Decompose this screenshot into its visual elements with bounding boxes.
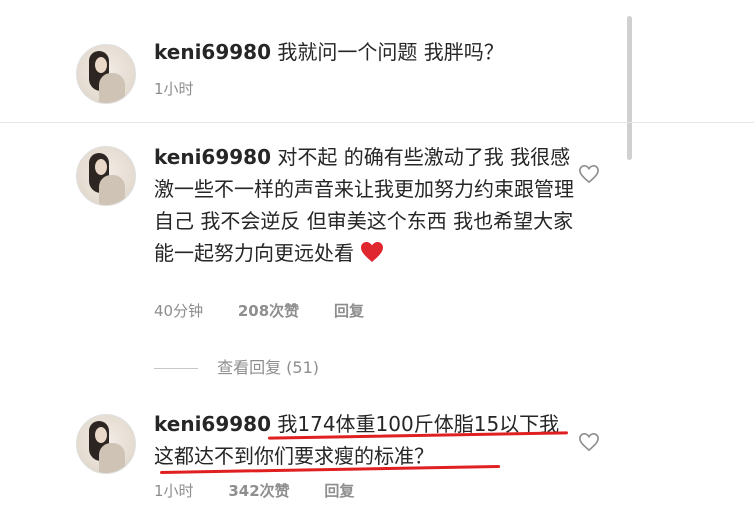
- heart-outline-icon[interactable]: [578, 432, 600, 452]
- comment-likes[interactable]: 342次赞: [228, 480, 289, 502]
- view-replies-button[interactable]: 查看回复 (51): [154, 356, 319, 380]
- comment-meta: 40分钟 208次赞 回复: [154, 300, 394, 322]
- divider-dash: [154, 368, 198, 369]
- scrollbar[interactable]: [627, 16, 632, 160]
- view-replies-label: 查看回复 (51): [217, 358, 320, 377]
- comment-username[interactable]: keni69980: [154, 412, 271, 436]
- comment-time: 1小时: [154, 80, 194, 98]
- avatar[interactable]: [76, 44, 136, 104]
- comment-meta: 1小时: [154, 78, 224, 100]
- reply-button[interactable]: 回复: [334, 300, 364, 322]
- comment-text: keni69980 对不起 的确有些激动了我 我很感激一些不一样的声音来让我更加…: [154, 141, 574, 269]
- comment-username[interactable]: keni69980: [154, 40, 271, 64]
- comment-body: 我就问一个问题 我胖吗？: [277, 40, 504, 64]
- avatar[interactable]: [76, 414, 136, 474]
- avatar[interactable]: [76, 146, 136, 206]
- comment-likes[interactable]: 208次赞: [238, 300, 299, 322]
- comment-username[interactable]: keni69980: [154, 145, 271, 169]
- reply-button[interactable]: 回复: [324, 480, 354, 502]
- divider: [0, 122, 754, 123]
- comment-text: keni69980 我174体重100斤体脂15以下我这都达不到你们要求瘦的标准…: [154, 408, 574, 472]
- comment-meta: 1小时 342次赞 回复: [154, 480, 384, 502]
- heart-outline-icon[interactable]: [578, 164, 600, 184]
- red-heart-emoji: [361, 242, 384, 262]
- comment-time: 1小时: [154, 482, 194, 500]
- comment-time: 40分钟: [154, 302, 204, 320]
- comment-text: keni69980 我就问一个问题 我胖吗？: [154, 36, 574, 68]
